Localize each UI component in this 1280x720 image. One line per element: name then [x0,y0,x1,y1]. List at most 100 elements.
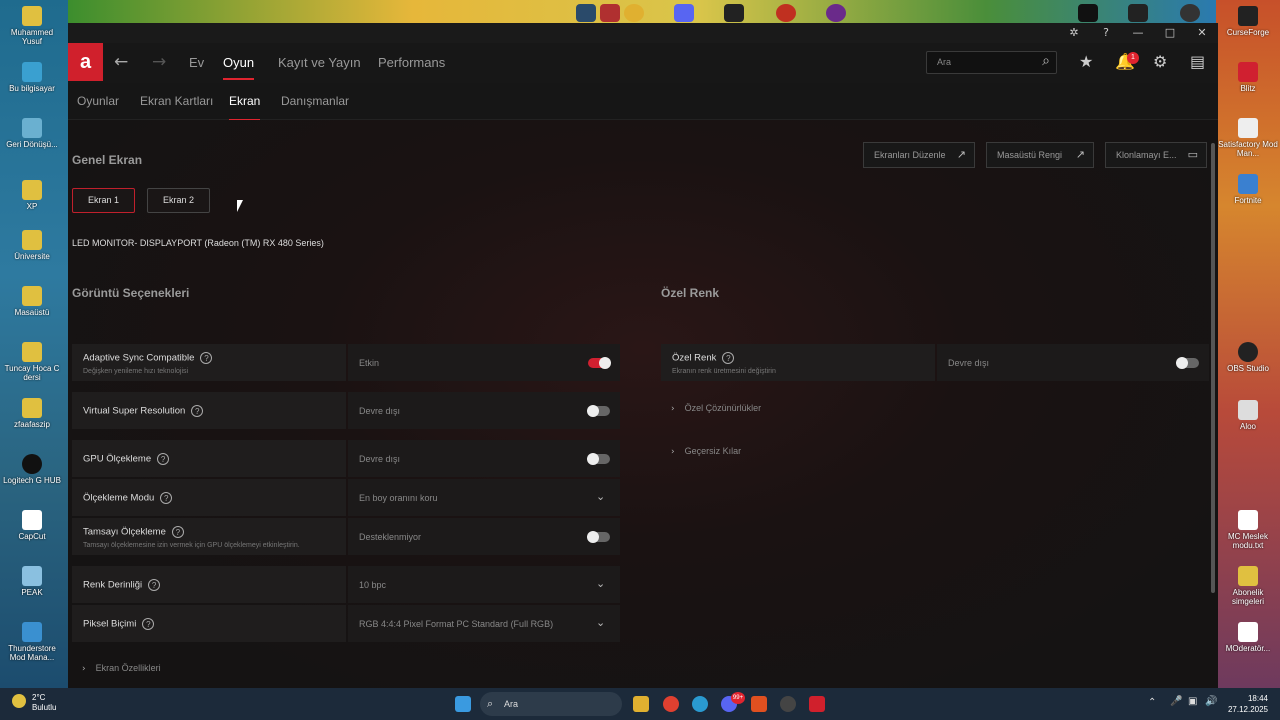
layout-icon[interactable]: ▤ [1190,52,1205,71]
taskbar-search[interactable]: ⌕ Ara [480,692,622,716]
vsr-toggle[interactable] [587,405,610,417]
back-icon[interactable]: ← [114,52,128,72]
desktop-icon[interactable]: Üniversite [0,230,64,261]
discord-icon[interactable] [674,4,694,22]
tab-graphics[interactable]: Ekran Kartları [140,94,213,108]
setting-label: Virtual Super Resolution? [83,405,204,417]
desktop-icon[interactable]: Thunderstore Mod Mana... [0,622,64,662]
weather-icon[interactable] [12,694,26,708]
settings-gear-icon[interactable]: ⚙ [1153,52,1167,71]
setting-adaptive-sync: Adaptive Sync Compatible? Değişken yenile… [72,344,620,381]
help-icon[interactable]: ? [1098,25,1114,41]
desktop-icon[interactable]: Aloo [1216,400,1280,431]
app-icon[interactable] [600,4,620,22]
file-explorer-icon[interactable] [633,696,649,712]
help-icon[interactable]: ? [160,492,173,504]
setting-value: 10 bpc [359,580,387,590]
desktop-color-button[interactable]: Masaüstü Rengi ↗ [986,142,1094,168]
desktop-icon[interactable]: Satisfactory Mod Man... [1216,118,1280,158]
desktop-icon[interactable]: Geri Dönüşü... [0,118,64,149]
peak-icon [22,566,42,586]
help-icon[interactable]: ? [142,618,155,630]
desktop-icon[interactable]: Muhammed Yusuf [0,6,64,46]
setting-vsr: Virtual Super Resolution? Devre dışı [72,392,620,429]
amd-software-taskbar-icon[interactable] [809,696,825,712]
maximize-button[interactable]: □ [1162,25,1178,41]
chevron-up-icon[interactable]: ⌃ [1148,697,1156,708]
app-icon-2[interactable] [1078,4,1098,22]
app-icon-4[interactable] [1180,4,1200,22]
integer-scaling-toggle[interactable] [587,531,610,543]
ubisoft-icon[interactable] [826,4,846,22]
help-icon[interactable]: ? [191,405,204,417]
tab-advisors[interactable]: Danışmanlar [281,94,349,108]
adaptive-sync-toggle[interactable] [588,357,611,369]
nav-record-stream[interactable]: Kayıt ve Yayın [278,55,361,70]
scaling-mode-dropdown[interactable]: En boy oranını koru ⌄ [348,479,620,516]
color-depth-dropdown[interactable]: 10 bpc ⌄ [348,566,620,603]
help-icon[interactable]: ? [148,579,161,591]
chrome-icon[interactable] [663,696,679,712]
game-launcher-icon[interactable] [776,4,796,22]
app-icon-3[interactable] [1128,4,1148,22]
network-icon[interactable]: ▣ [1188,696,1197,707]
steam-icon[interactable] [576,4,596,22]
volume-icon[interactable]: 🔊 [1205,696,1217,707]
gpu-scaling-toggle[interactable] [587,453,610,465]
weather-widget[interactable]: 2°C Bulutlu [32,693,56,713]
edit-displays-button[interactable]: Ekranları Düzenle ↗ [863,142,975,168]
chrome-icon[interactable] [624,4,644,22]
display-1-button[interactable]: Ekran 1 [72,188,135,213]
desktop-icon[interactable]: Abonelik simgeleri [1216,566,1280,606]
overrides-expander[interactable]: › Geçersiz Kılar [671,446,741,457]
custom-resolutions-expander[interactable]: › Özel Çözünürlükler [671,403,761,414]
nav-home[interactable]: Ev [189,55,204,70]
edge-icon[interactable] [692,696,708,712]
tab-games[interactable]: Oyunlar [77,94,119,108]
desktop-icon[interactable]: MOderatör... [1216,622,1280,653]
desktop-icon[interactable]: Fortnite [1216,174,1280,205]
nav-performance[interactable]: Performans [378,55,445,70]
help-icon[interactable]: ? [722,352,735,364]
desktop-icon[interactable]: XP [0,180,64,211]
display-2-button[interactable]: Ekran 2 [147,188,210,213]
microphone-icon[interactable]: 🎤 [1170,696,1182,707]
custom-color-toggle[interactable] [1176,357,1199,369]
desktop-icon[interactable]: PEAK [0,566,64,597]
text-file-icon [1238,622,1258,642]
desktop-icon[interactable]: Logitech G HUB [0,454,64,485]
desktop-icon[interactable]: zfaafaszip [0,398,64,429]
scrollbar[interactable] [1211,143,1215,593]
desktop-icon[interactable]: Blitz [1216,62,1280,93]
desktop-icon[interactable]: CapCut [0,510,64,541]
desktop-icon[interactable]: CurseForge [1216,6,1280,37]
clock[interactable]: 18:44 27.12.2025 [1218,693,1268,715]
minimize-button[interactable]: — [1130,25,1146,41]
help-icon[interactable]: ? [157,453,170,465]
help-icon[interactable]: ? [171,526,184,538]
clone-display-button[interactable]: Klonlamayı E... ▭ [1105,142,1207,168]
nav-gaming[interactable]: Oyun [223,55,255,80]
bug-report-icon[interactable]: ✲ [1066,25,1082,41]
help-icon[interactable]: ? [200,352,213,364]
tab-display[interactable]: Ekran [229,94,261,121]
desktop-icon[interactable]: OBS Studio [1216,342,1280,373]
forward-icon[interactable]: → [152,52,166,72]
desktop-icon[interactable]: MC Meslek modu.txt [1216,510,1280,550]
epic-games-icon[interactable] [724,4,744,22]
setting-label: Piksel Biçimi? [83,618,155,630]
folder-icon [22,342,42,362]
search-input[interactable]: Ara ⌕ [926,51,1057,74]
app-icon[interactable] [780,696,796,712]
amd-logo[interactable]: a [68,43,103,81]
favorites-star-icon[interactable]: ★ [1079,52,1093,71]
brave-icon[interactable] [751,696,767,712]
pixel-format-dropdown[interactable]: RGB 4:4:4 Pixel Format PC Standard (Full… [348,605,620,642]
desktop-icon[interactable]: Masaüstü [0,286,64,317]
close-button[interactable]: ✕ [1194,25,1210,41]
folder-icon [22,180,42,200]
desktop-icon[interactable]: Tuncay Hoca C dersi [0,342,64,382]
windows-start-icon[interactable] [455,696,471,712]
desktop-icon[interactable]: Bu bilgisayar [0,62,64,93]
display-properties-expander[interactable]: › Ekran Özellikleri [82,663,161,674]
